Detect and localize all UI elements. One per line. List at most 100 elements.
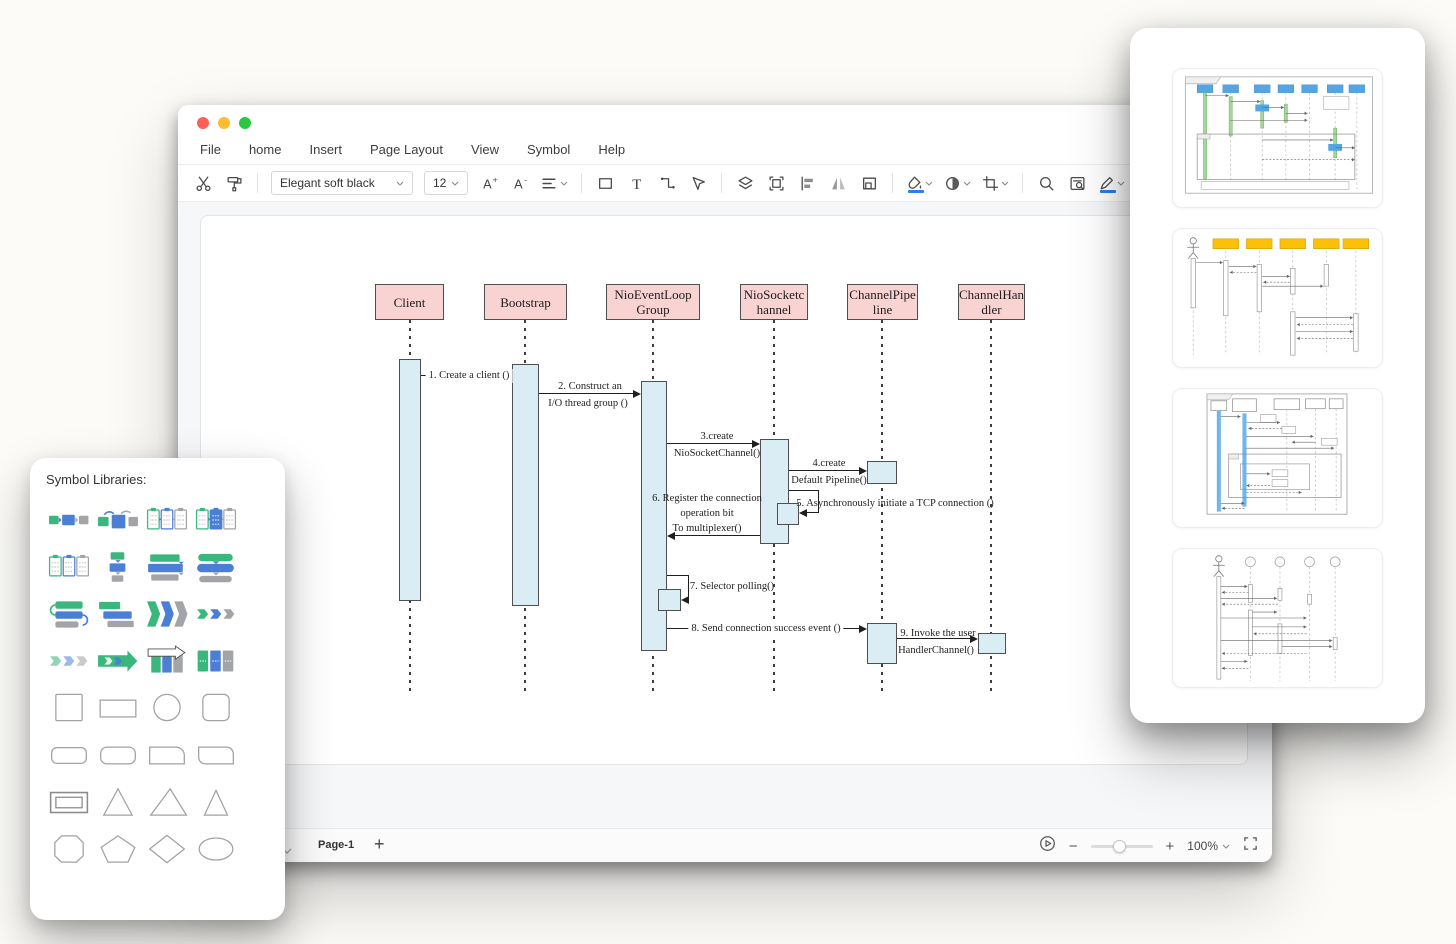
lifeline-header-NioEventLoopGroup[interactable]: NioEventLoop Group [606,284,700,320]
symbol-stacked-bars-3[interactable] [142,543,191,590]
message-label[interactable]: operation bit [680,507,733,521]
pointer-icon[interactable] [685,170,711,196]
shape-diamond[interactable] [142,825,191,872]
symbol-vertical-flow-3[interactable] [93,543,142,590]
line-color-icon[interactable] [1095,170,1128,196]
message-label[interactable]: 7. Selector polling() [690,580,774,594]
minimize-button[interactable] [218,117,230,129]
text-tool-icon[interactable]: T [623,170,649,196]
menu-insert[interactable]: Insert [309,142,342,157]
symbol-stacked-bars-loop[interactable] [44,590,93,637]
font-size-select[interactable]: 12 [424,171,468,195]
crop-icon[interactable] [979,170,1012,196]
activation-Client[interactable] [399,359,421,601]
symbol-process-flow-3[interactable] [44,496,93,543]
menu-home[interactable]: home [249,142,282,157]
zoom-search-icon[interactable] [1033,170,1059,196]
shape-circle[interactable] [142,684,191,731]
lifeline-header-ChannelPipeline[interactable]: ChannelPipe line [847,284,918,320]
message-label[interactable]: 5. Asynchronously initiate a TCP connect… [796,497,993,511]
cut-icon[interactable] [190,170,216,196]
align-icon[interactable] [794,170,820,196]
canvas-page[interactable]: Client Bootstrap NioEventLoop Group NioSock… [200,215,1248,765]
shape-rounded-square[interactable] [191,684,240,731]
mirror-icon[interactable] [825,170,851,196]
shape-ellipse[interactable] [191,825,240,872]
font-select[interactable]: Elegant soft black [271,171,413,195]
shape-clipped-corner-square[interactable] [44,825,93,872]
fullscreen-icon[interactable] [1243,836,1258,856]
menu-help[interactable]: Help [598,142,625,157]
menu-page-layout[interactable]: Page Layout [370,142,443,157]
shape-rectangle-rounded-corner[interactable] [142,731,191,778]
lifeline-header-ChannelHandler[interactable]: ChannelHan dler [958,284,1025,320]
shape-square[interactable] [44,684,93,731]
shape-triangle[interactable] [93,778,142,825]
symbol-task-cards-3-linked[interactable] [191,496,240,543]
symbol-task-cards-3[interactable] [142,496,191,543]
activation-NioEventLoopGroup[interactable] [658,589,681,611]
activation-ChannelPipeline[interactable] [867,623,897,664]
shape-triangle-narrow[interactable] [191,778,240,825]
frame-icon[interactable] [856,170,882,196]
symbol-chevron-arrows-large[interactable] [142,590,191,637]
symbol-arrow-strip[interactable] [93,637,142,684]
message-label[interactable]: 8. Send connection success event () [688,622,844,636]
message-label[interactable]: 1. Create a client () [425,369,513,383]
message-label[interactable]: NioSocketChannel() [674,447,760,461]
presentation-play-icon[interactable] [1039,835,1056,857]
shape-card[interactable] [191,731,240,778]
activation-NioSocketchannel[interactable] [760,439,789,544]
decrease-font-icon[interactable]: A- [507,170,533,196]
lifeline-header-NioSocketchannel[interactable]: NioSocketc hannel [740,284,808,320]
symbol-chevron-arrows-small[interactable] [191,590,240,637]
activation-ChannelHandler[interactable] [978,633,1006,654]
activation-ChannelPipeline[interactable] [867,461,897,484]
find-replace-icon[interactable] [1064,170,1090,196]
thumbnail-sequence-diagram-blue[interactable] [1172,68,1383,208]
message-label[interactable]: I/O thread group () [548,397,628,411]
fill-color-icon[interactable] [903,170,936,196]
thumbnail-sequence-diagram-blue-tall[interactable] [1172,388,1383,528]
zoom-level-select[interactable]: 100% [1187,839,1230,853]
shape-framed-rectangle[interactable] [44,778,93,825]
zoom-slider-handle[interactable] [1112,839,1126,853]
symbol-columns-with-arrow[interactable] [191,637,240,684]
menu-file[interactable]: File [200,142,221,157]
zoom-slider[interactable] [1090,839,1153,853]
thumbnail-sequence-diagram-yellow[interactable] [1172,228,1383,368]
increase-font-icon[interactable]: A + [476,170,502,196]
message-label[interactable]: HandlerChannel() [898,644,974,658]
message-label[interactable]: 9. Invoke the user [900,627,975,641]
zoom-out-button[interactable]: − [1069,838,1078,855]
symbol-arrow-over-columns[interactable] [142,637,191,684]
group-icon[interactable] [763,170,789,196]
symbol-process-flow-3-loop[interactable] [93,496,142,543]
symbol-task-cards-3-plain[interactable] [44,543,93,590]
lifeline-header-Client[interactable]: Client [375,284,444,320]
page-tab[interactable]: Page-1 [318,839,354,851]
message-label[interactable]: 6. Register the connection [652,492,762,506]
shape-rounded-rectangle[interactable] [93,731,142,778]
symbol-stacked-bars-3-rounded[interactable] [191,543,240,590]
menu-symbol[interactable]: Symbol [527,142,570,157]
layers-icon[interactable] [732,170,758,196]
lifeline-header-Bootstrap[interactable]: Bootstrap [484,284,567,320]
shape-rounded-rectangle-small[interactable] [44,731,93,778]
message-5-self-top[interactable] [789,490,819,491]
maximize-button[interactable] [239,117,251,129]
message-label[interactable]: 4.create [813,457,846,471]
close-button[interactable] [197,117,209,129]
format-painter-icon[interactable] [221,170,247,196]
menu-view[interactable]: View [471,142,499,157]
shape-pentagon[interactable] [93,825,142,872]
symbol-stacked-bars-offset[interactable] [93,590,142,637]
text-align-icon[interactable] [538,170,571,196]
shadow-icon[interactable] [941,170,974,196]
message-label[interactable]: 3.create [701,430,734,444]
zoom-in-button[interactable]: + [1166,838,1175,855]
add-page-button[interactable]: + [374,834,385,855]
symbol-chevron-arrows-light[interactable] [44,637,93,684]
shape-triangle-wide[interactable] [142,778,191,825]
shape-rectangle-icon[interactable] [592,170,618,196]
